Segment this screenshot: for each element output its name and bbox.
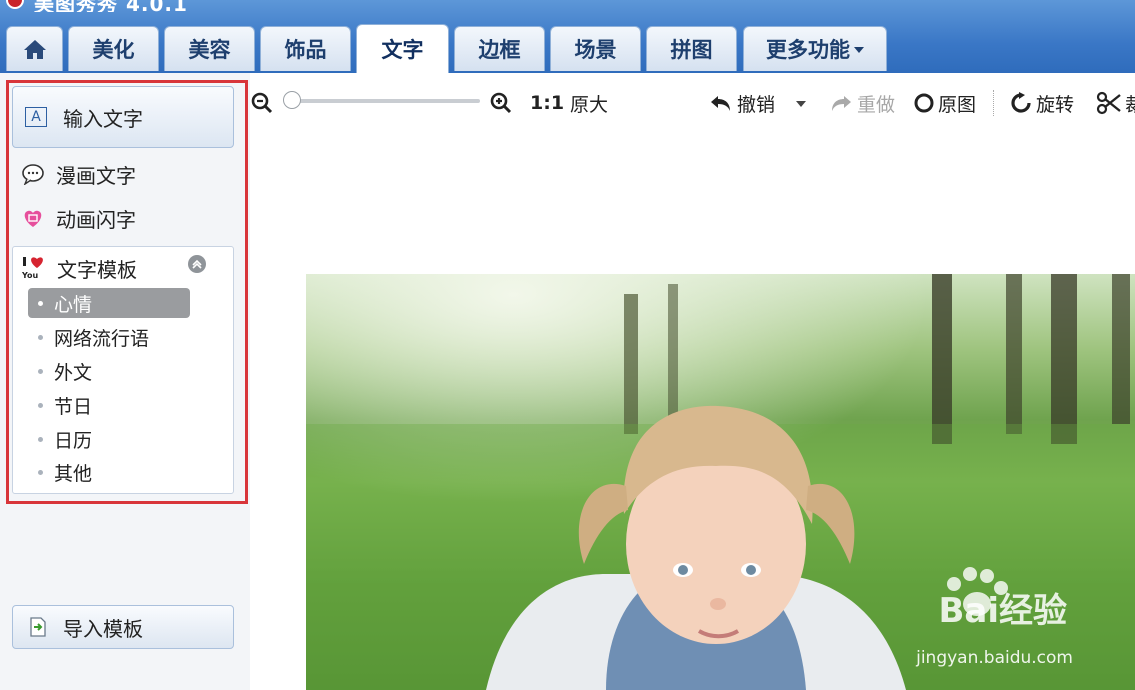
zoom-out-icon <box>251 92 273 114</box>
chevron-up-icon <box>192 259 202 269</box>
tab-beauty[interactable]: 美容 <box>164 26 255 71</box>
zoom-slider-handle[interactable] <box>283 91 301 109</box>
input-text-button[interactable]: A 输入文字 <box>12 86 234 148</box>
template-item-mood[interactable]: 心情 <box>28 288 190 318</box>
redo-button[interactable]: 重做 <box>828 88 895 118</box>
bullet-icon <box>38 368 43 374</box>
tab-text[interactable]: 文字 <box>356 24 449 73</box>
i-love-you-icon: You <box>21 256 47 280</box>
speech-bubble-icon <box>20 162 46 186</box>
template-item-holiday[interactable]: 节日 <box>28 390 190 420</box>
tab-home[interactable] <box>6 26 63 71</box>
tab-beautify[interactable]: 美化 <box>68 26 159 71</box>
original-size-label: 原大 <box>570 93 609 116</box>
zoom-out-button[interactable] <box>250 88 274 118</box>
bullet-icon <box>38 334 43 340</box>
scissors-icon <box>1096 91 1121 115</box>
photo-preview[interactable]: Bai经验 jingyan.baidu.com <box>306 274 1135 690</box>
rotate-icon <box>1011 92 1031 113</box>
app-title: 美图秀秀 4.0.1 <box>34 0 188 12</box>
sidebar-item-comic-text[interactable]: 漫画文字 <box>20 158 136 190</box>
original-image-button[interactable]: 原图 <box>913 88 976 118</box>
bullet-icon <box>38 402 43 408</box>
import-icon <box>27 616 49 638</box>
tab-collage[interactable]: 拼图 <box>646 26 737 71</box>
chevron-down-icon <box>796 101 806 107</box>
tab-more-features[interactable]: 更多功能 <box>743 26 887 71</box>
app-logo-icon <box>6 0 24 9</box>
tab-scene[interactable]: 场景 <box>550 26 641 71</box>
template-item-other[interactable]: 其他 <box>28 457 190 487</box>
watermark-url: jingyan.baidu.com <box>916 648 1073 668</box>
sidebar-item-animated-text[interactable]: 动画闪字 <box>20 202 136 234</box>
template-item-foreign[interactable]: 外文 <box>28 356 190 386</box>
undo-history-dropdown[interactable] <box>792 88 806 118</box>
toolbar-separator <box>993 90 994 116</box>
tab-border[interactable]: 边框 <box>454 26 545 71</box>
toolbar <box>250 73 1135 133</box>
chevron-down-icon <box>854 47 864 53</box>
zoom-slider-track[interactable] <box>288 99 480 103</box>
tab-accessories[interactable]: 饰品 <box>260 26 351 71</box>
bullet-icon <box>38 436 43 442</box>
watermark-brand: Bai经验 <box>938 591 1067 631</box>
bullet-icon <box>38 300 43 306</box>
zoom-in-icon <box>490 92 512 114</box>
import-template-button[interactable]: 导入模板 <box>12 605 234 649</box>
zoom-ratio-label: 1:1 <box>530 92 565 114</box>
home-icon <box>23 40 46 59</box>
title-bar: 美图秀秀 4.0.1 <box>0 0 1135 12</box>
crop-button[interactable]: 裁 <box>1096 88 1135 118</box>
undo-icon <box>711 96 730 111</box>
zoom-in-button[interactable] <box>489 88 513 118</box>
actual-size-button[interactable]: 1:1 原大 <box>530 88 608 118</box>
svg-text:You: You <box>21 271 39 280</box>
flash-text-icon <box>20 206 46 230</box>
template-item-calendar[interactable]: 日历 <box>28 424 190 454</box>
undo-button[interactable]: 撤销 <box>708 88 775 118</box>
collapse-button[interactable] <box>188 255 206 273</box>
text-box-icon: A <box>25 107 47 127</box>
bullet-icon <box>38 469 43 475</box>
template-item-internet-slang[interactable]: 网络流行语 <box>28 322 190 352</box>
redo-icon <box>832 96 851 111</box>
rotate-button[interactable]: 旋转 <box>1009 88 1074 118</box>
circle-icon <box>914 93 934 113</box>
